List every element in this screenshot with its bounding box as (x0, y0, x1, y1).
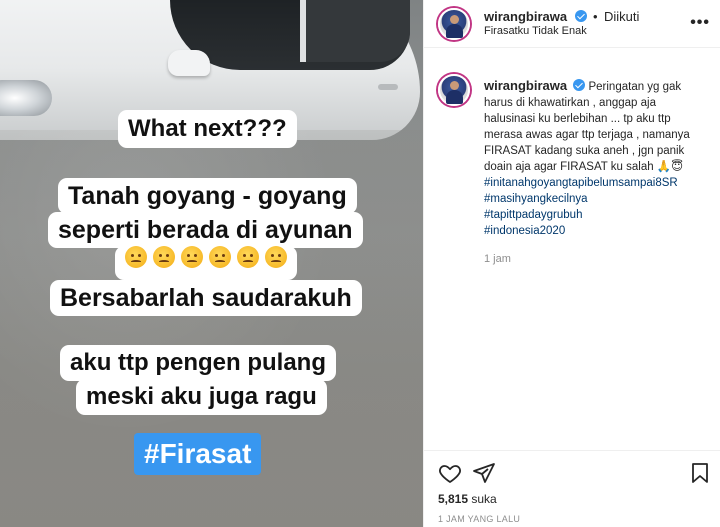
story-hashtag: #Firasat (134, 433, 262, 475)
location-link[interactable]: Firasatku Tidak Enak (484, 25, 587, 37)
verified-badge-icon (574, 10, 587, 22)
story-line-tanah-2: seperti berada di ayunan (48, 212, 363, 248)
hashtag-link[interactable]: #masihyangkecilnya (484, 191, 707, 207)
follow-state-button[interactable]: Diikuti (604, 9, 639, 24)
confounded-face-icon (125, 246, 147, 268)
worried-face-icon (265, 246, 287, 268)
avatar-body (446, 24, 463, 38)
hashtag-link[interactable]: #tapittpadaygrubuh (484, 207, 707, 223)
story-line-tanah-1: Tanah goyang - goyang (58, 178, 357, 214)
header-username[interactable]: wirangbirawa (484, 9, 567, 24)
bookmark-icon[interactable] (688, 461, 712, 485)
confounded-face-icon (237, 246, 259, 268)
car-mirror (168, 50, 210, 76)
hashtag-link[interactable]: #initanahgoyangtapibelumsampai8SR (484, 175, 707, 191)
verified-badge-icon (573, 79, 586, 91)
story-emoji-row (115, 246, 297, 280)
avatar[interactable] (438, 8, 470, 40)
avatar-head (450, 15, 459, 24)
post-timestamp[interactable]: 1 JAM YANG LALU (438, 514, 520, 524)
caption-username[interactable]: wirangbirawa (484, 78, 567, 93)
tired-face-icon (153, 246, 175, 268)
action-bar (424, 450, 720, 490)
story-line-bersabar: Bersabarlah saudarakuh (50, 280, 362, 316)
post-caption: wirangbirawa Peringatan yg gak harus di … (424, 60, 720, 267)
story-line-what-next: What next??? (118, 110, 297, 148)
car-headlight (0, 80, 52, 116)
hashtag-link[interactable]: #indonesia2020 (484, 223, 707, 239)
likes-label: suka (471, 492, 497, 506)
likes-count[interactable]: 5,815 suka (438, 492, 497, 506)
separator-dot: • (592, 9, 598, 24)
story-line-pulang-1: aku ttp pengen pulang (60, 345, 336, 381)
crying-face-icon (181, 246, 203, 268)
caption-text: Peringatan yg gak harus di khawatirkan ,… (484, 81, 690, 173)
send-icon[interactable] (472, 461, 496, 485)
car-rear-window (300, 0, 410, 62)
header-title-row: wirangbirawa • Diikuti (484, 8, 639, 26)
likes-number: 5,815 (438, 492, 469, 506)
more-options-icon[interactable]: ••• (690, 14, 710, 32)
pensive-face-icon (209, 246, 231, 268)
post-media[interactable]: What next??? Tanah goyang - goyang seper… (0, 0, 423, 527)
heart-icon[interactable] (438, 461, 462, 485)
car-door-handle (378, 84, 398, 90)
story-line-pulang-2: meski aku juga ragu (76, 379, 327, 415)
caption-time: 1 jam (484, 253, 511, 265)
post-header: wirangbirawa • Diikuti Firasatku Tidak E… (424, 0, 720, 48)
post-panel: wirangbirawa • Diikuti Firasatku Tidak E… (423, 0, 720, 527)
